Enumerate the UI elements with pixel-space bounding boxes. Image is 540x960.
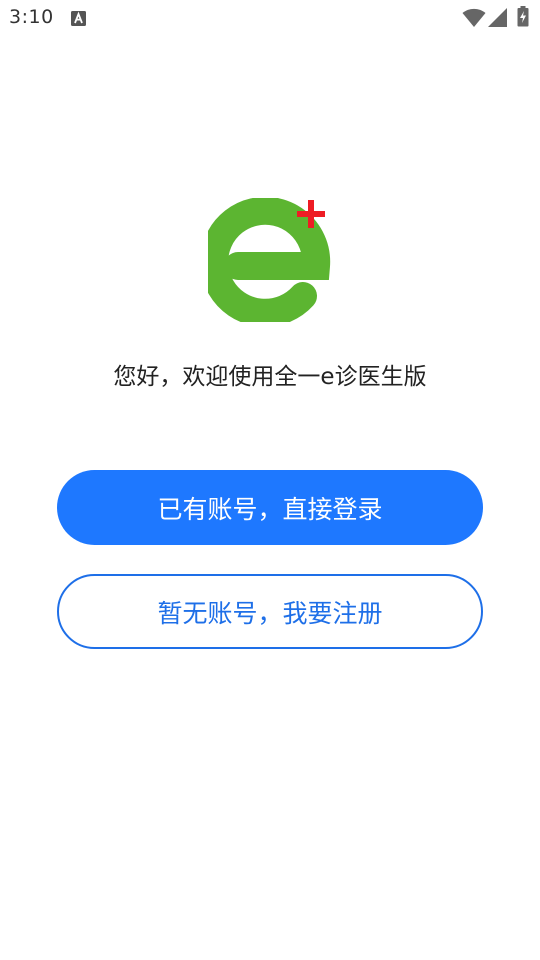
welcome-screen: 3:10 您好，欢迎使用全一e诊医生版 已有账号，直接登录 暂无账号，我要注册 [0, 0, 540, 960]
cell-signal-icon [488, 8, 507, 27]
welcome-message: 您好，欢迎使用全一e诊医生版 [113, 364, 427, 390]
status-time: 3:10 [9, 6, 54, 28]
register-button-label: 暂无账号，我要注册 [157, 598, 383, 628]
battery-charging-icon [517, 6, 529, 27]
login-button-label: 已有账号，直接登录 [157, 494, 383, 524]
app-logo [208, 198, 331, 322]
login-button[interactable]: 已有账号，直接登录 [57, 470, 483, 545]
font-a-icon [71, 11, 86, 26]
wifi-icon [462, 8, 486, 27]
register-button[interactable]: 暂无账号，我要注册 [57, 574, 483, 649]
status-bar: 3:10 [0, 0, 540, 36]
